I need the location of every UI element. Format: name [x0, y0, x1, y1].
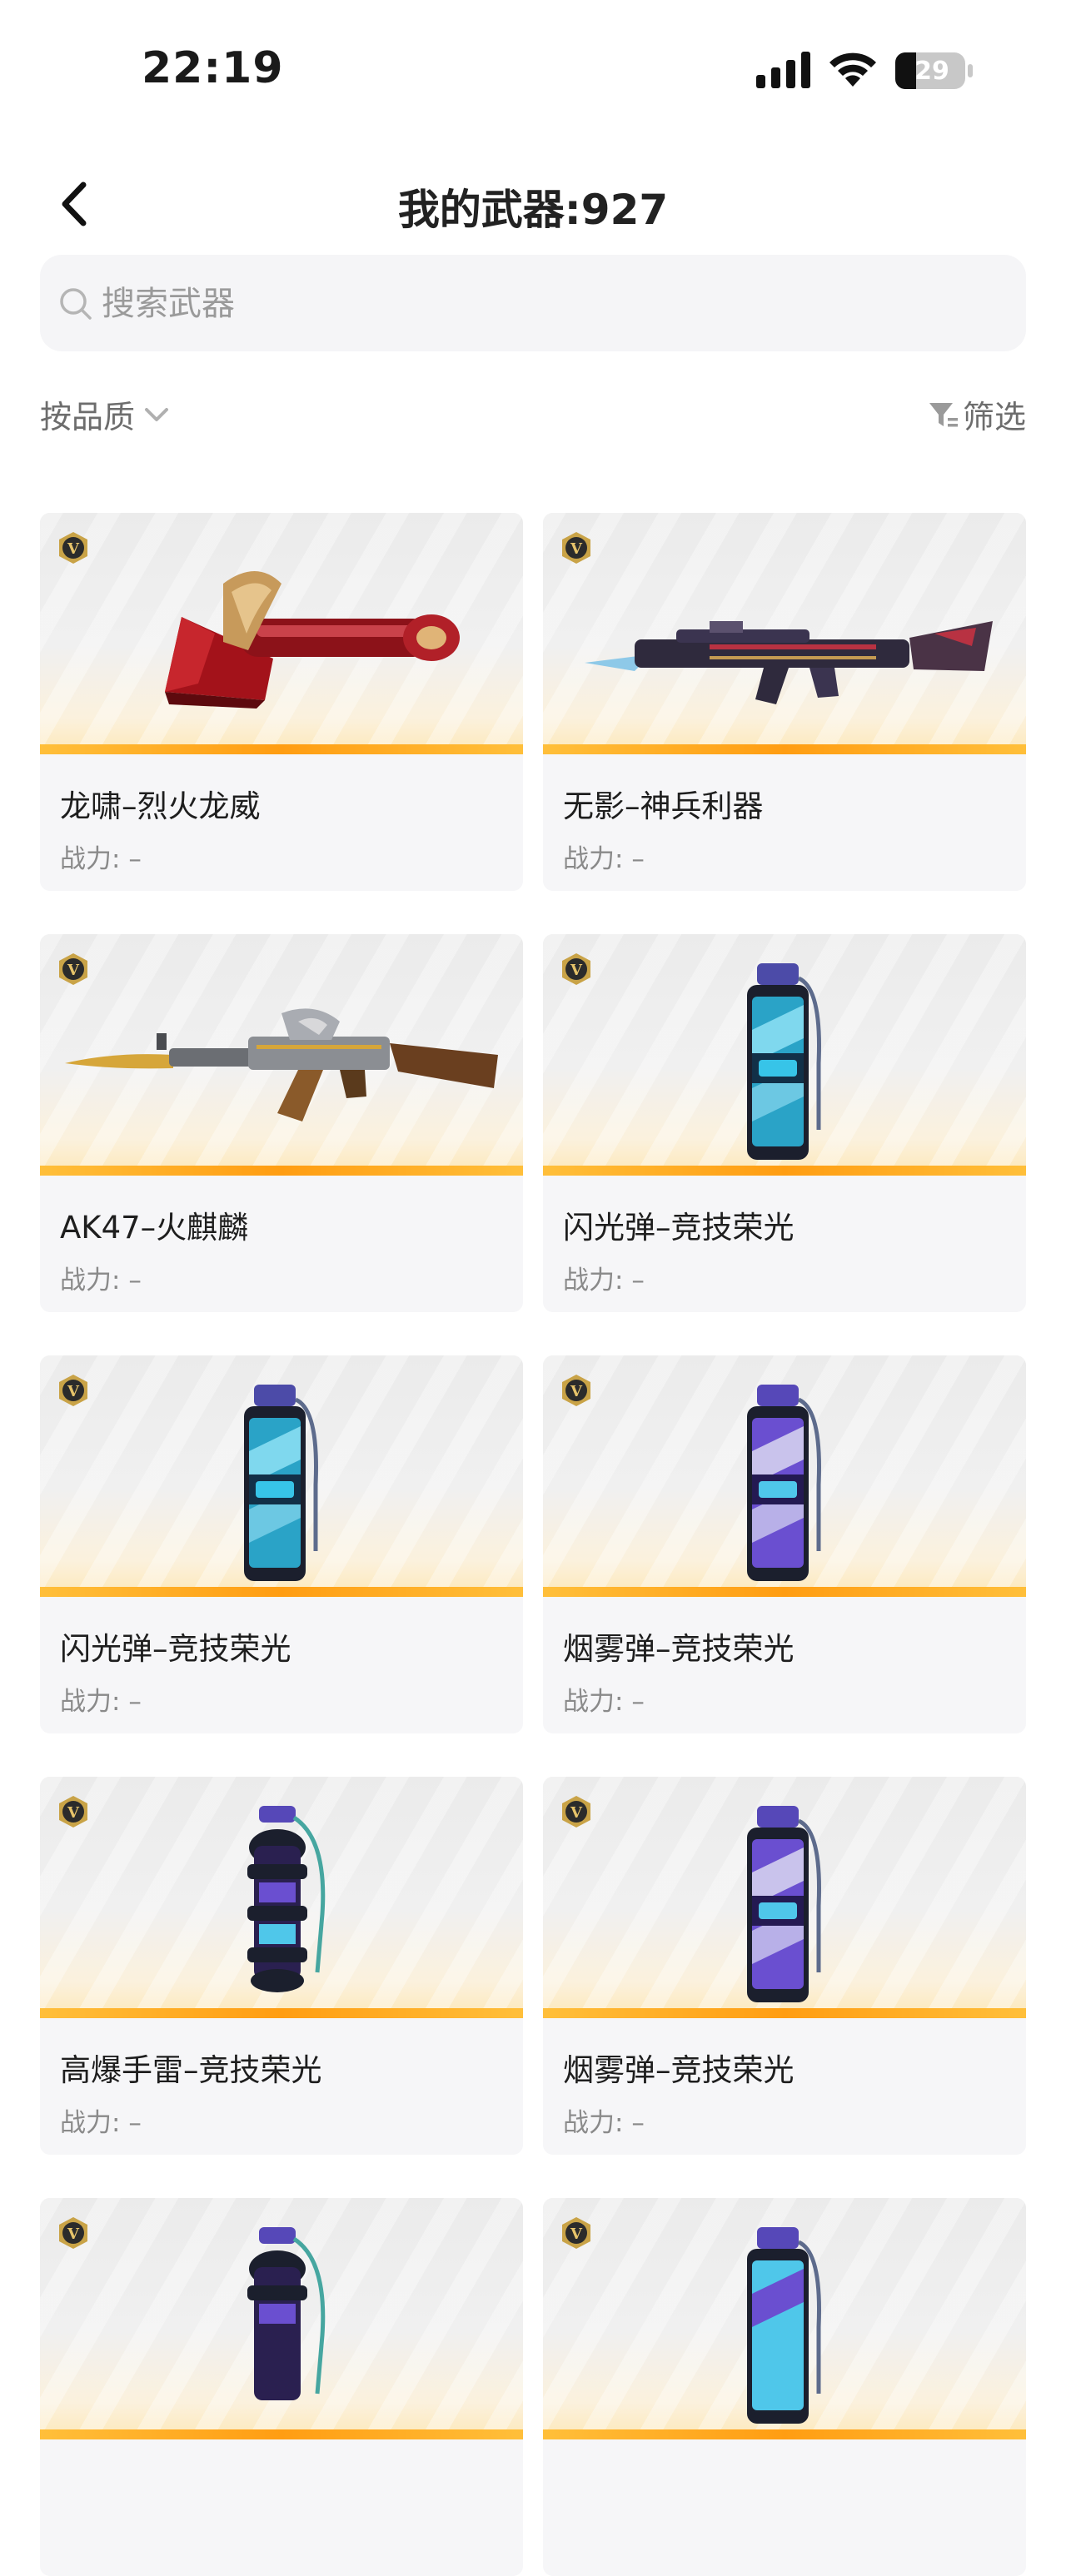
weapon-card[interactable]: V AK47–火麒麟 战力: –: [40, 934, 523, 1312]
weapon-card[interactable]: V 烟雾弹–竞技荣光 战力: –: [543, 1777, 1026, 2155]
weapon-card[interactable]: V: [40, 2198, 523, 2576]
weapon-card[interactable]: V: [543, 2198, 1026, 2576]
weapon-image: V: [40, 934, 523, 1176]
weapon-power: 战力: –: [563, 1687, 645, 1717]
svg-text:V: V: [570, 2225, 583, 2243]
filter-label: 筛选: [962, 399, 1026, 435]
status-time: 22:19: [142, 43, 284, 93]
sort-bar: 按品质 筛选: [40, 386, 1026, 445]
rifle-icon: [65, 1008, 498, 1121]
page-title: 我的武器:927: [397, 186, 669, 234]
vip-badge-icon: V: [562, 953, 590, 985]
battery-level: 29: [914, 57, 949, 86]
vip-badge-icon: V: [59, 532, 87, 564]
weapon-name: 龙啸–烈火龙威: [60, 788, 261, 824]
filter-icon: [929, 402, 958, 426]
weapon-image: V: [40, 1777, 523, 2018]
weapon-image: V: [40, 1355, 523, 1597]
weapon-power: 战力: –: [563, 1266, 645, 1295]
weapon-card[interactable]: V 烟雾弹–竞技荣光 战力: –: [543, 1355, 1026, 1733]
cellular-signal-icon: [756, 52, 810, 88]
weapon-power: 战力: –: [563, 2108, 645, 2138]
weapon-card[interactable]: V 高爆手雷–竞技荣光 战力: –: [40, 1777, 523, 2155]
vip-badge-icon: V: [59, 1375, 87, 1406]
svg-text:V: V: [570, 1383, 583, 1400]
status-bar: 22:19 29: [0, 0, 1066, 125]
weapon-image: V: [543, 934, 1026, 1176]
svg-text:V: V: [570, 1804, 583, 1822]
weapon-card[interactable]: V 龙啸–烈火龙威 战力: –: [40, 513, 523, 891]
nav-bar: 我的武器:927: [0, 158, 1066, 250]
svg-text:V: V: [67, 962, 80, 979]
search-input[interactable]: [100, 255, 1003, 353]
weapon-image: V: [543, 2198, 1026, 2439]
filter-button[interactable]: 筛选: [926, 391, 1026, 437]
vip-badge-icon: V: [59, 953, 87, 985]
grenade-icon: [247, 1806, 326, 1992]
weapon-card[interactable]: V 闪光弹–竞技荣光 战力: –: [40, 1355, 523, 1733]
vip-badge-icon: V: [59, 2217, 87, 2249]
weapon-name: 闪光弹–竞技荣光: [563, 1210, 795, 1246]
grenade-icon: [244, 1385, 318, 1581]
weapon-image: V: [40, 513, 523, 754]
grenade-icon: [747, 2227, 821, 2424]
battery-icon: 29: [895, 52, 973, 89]
search-icon: [60, 288, 92, 320]
weapon-card[interactable]: V 闪光弹–竞技荣光 战力: –: [543, 934, 1026, 1312]
svg-text:V: V: [67, 540, 80, 558]
svg-text:V: V: [67, 1383, 80, 1400]
weapon-image: V: [40, 2198, 523, 2439]
axe-icon: [165, 571, 460, 709]
vip-badge-icon: V: [562, 2217, 590, 2249]
weapon-image: V: [543, 513, 1026, 754]
sort-label: 按品质: [40, 399, 136, 435]
weapon-name: 烟雾弹–竞技荣光: [563, 2052, 795, 2088]
weapon-power: 战力: –: [563, 844, 645, 874]
weapon-card[interactable]: V 无影–神兵利器 战力: –: [543, 513, 1026, 891]
weapon-name: 烟雾弹–竞技荣光: [563, 1631, 795, 1667]
svg-text:V: V: [570, 962, 583, 979]
weapon-power: 战力: –: [60, 2108, 142, 2138]
search-box[interactable]: [40, 255, 1026, 353]
grenade-icon: [747, 963, 821, 1160]
weapon-power: 战力: –: [60, 1266, 142, 1295]
vip-badge-icon: V: [59, 1796, 87, 1828]
weapon-name: 无影–神兵利器: [563, 788, 764, 824]
grenade-icon: [747, 1806, 821, 2002]
weapon-name: 高爆手雷–竞技荣光: [60, 2052, 322, 2088]
rifle-icon: [585, 621, 993, 704]
wifi-icon: [829, 52, 876, 87]
vip-badge-icon: V: [562, 532, 590, 564]
svg-text:V: V: [570, 540, 583, 558]
grenade-icon: [247, 2227, 326, 2400]
chevron-down-icon: [145, 407, 169, 421]
vip-badge-icon: V: [562, 1375, 590, 1406]
weapon-power: 战力: –: [60, 1687, 142, 1717]
weapon-image: V: [543, 1355, 1026, 1597]
grenade-icon: [747, 1385, 821, 1581]
weapon-image: V: [543, 1777, 1026, 2018]
weapon-power: 战力: –: [60, 844, 142, 874]
sort-by-quality-dropdown[interactable]: 按品质: [40, 391, 172, 437]
svg-text:V: V: [67, 2225, 80, 2243]
svg-text:V: V: [67, 1804, 80, 1822]
weapon-name: AK47–火麒麟: [60, 1210, 249, 1246]
weapon-name: 闪光弹–竞技荣光: [60, 1631, 291, 1667]
vip-badge-icon: V: [562, 1796, 590, 1828]
